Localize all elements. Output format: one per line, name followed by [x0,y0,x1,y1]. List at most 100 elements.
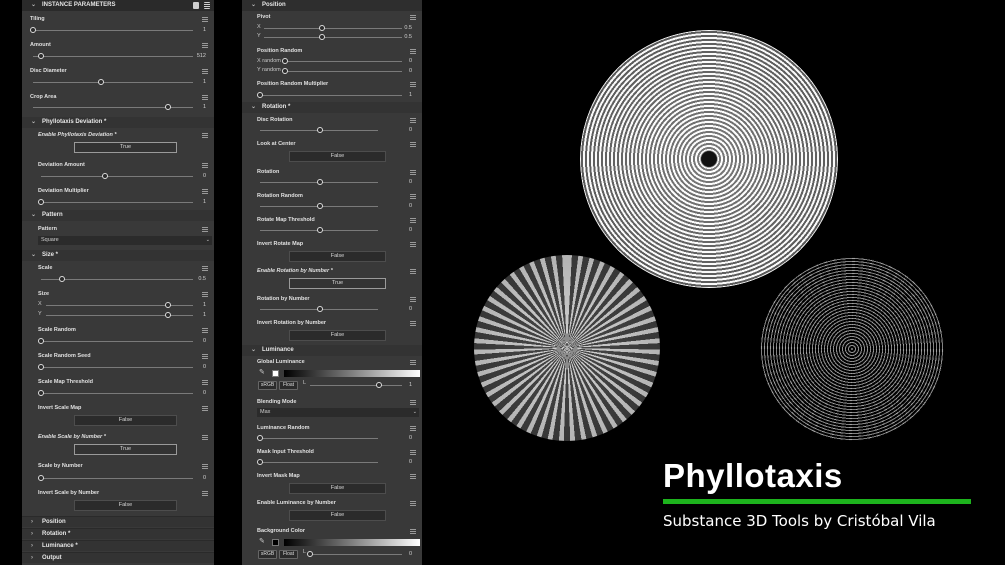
enable-rotation-by-number-toggle[interactable]: True [289,278,386,289]
disc-diameter-menu-icon[interactable] [202,69,208,74]
size-menu-icon[interactable] [202,292,208,297]
y-random-slider-track[interactable] [286,71,402,72]
enable-luminance-by-number-menu-icon[interactable] [410,501,416,506]
position-random-multiplier-menu-icon[interactable] [410,82,416,87]
position-random-multiplier-slider-handle[interactable] [257,92,263,98]
pivot-y-slider-track[interactable] [264,37,402,38]
rotate-map-threshold-slider-handle[interactable] [317,227,323,233]
invert-scale-map-menu-icon[interactable] [202,406,208,411]
global-luminance-gradient[interactable] [284,370,420,377]
scale-random-seed-value[interactable]: 0 [182,364,206,370]
luminance-random-slider-track[interactable] [260,438,378,439]
scale-map-threshold-value[interactable]: 0 [182,390,206,396]
group-position[interactable]: › Position [22,516,214,527]
tiling-slider-handle[interactable] [30,27,36,33]
global-luminance-menu-icon[interactable] [410,360,416,365]
luminance-random-slider-handle[interactable] [257,435,263,441]
invert-rotation-by-number-menu-icon[interactable] [410,321,416,326]
blending-mode-menu-icon[interactable] [410,400,416,405]
size-x-slider-handle[interactable] [165,302,171,308]
luminance-random-value[interactable]: 0 [388,435,412,441]
float-button[interactable]: Float [279,381,298,390]
mask-input-threshold-menu-icon[interactable] [410,450,416,455]
group-luminance[interactable]: › Luminance * [22,540,214,551]
save-preset-icon[interactable] [193,2,199,9]
pivot-x-slider-track[interactable] [264,28,402,29]
mask-input-threshold-value[interactable]: 0 [388,459,412,465]
rotation-random-value[interactable]: 0 [388,203,412,209]
enable-rotation-by-number-menu-icon[interactable] [410,269,416,274]
background-color-value[interactable]: 0 [388,551,412,557]
scale-random-seed-slider-track[interactable] [41,367,193,368]
luminance-random-menu-icon[interactable] [410,426,416,431]
mask-input-threshold-slider-track[interactable] [260,462,378,463]
look-at-center-menu-icon[interactable] [410,142,416,147]
scale-random-seed-slider-handle[interactable] [38,364,44,370]
scale-menu-icon[interactable] [202,266,208,271]
crop-area-menu-icon[interactable] [202,95,208,100]
crop-area-value[interactable]: 1 [182,104,206,110]
scale-by-number-slider-handle[interactable] [38,475,44,481]
scale-by-number-slider-track[interactable] [41,478,193,479]
background-color-slider-handle[interactable] [307,551,313,557]
scale-random-slider-track[interactable] [41,341,193,342]
deviation-amount-slider-handle[interactable] [102,173,108,179]
deviation-amount-slider-track[interactable] [41,176,193,177]
size-y-value[interactable]: 1 [182,312,206,318]
invert-mask-map-menu-icon[interactable] [410,474,416,479]
size-x-value[interactable]: 1 [182,302,206,308]
rotation-by-number-slider-handle[interactable] [317,306,323,312]
disc-diameter-slider-track[interactable] [33,82,193,83]
position-random-menu-icon[interactable] [410,49,416,54]
group-rotation[interactable]: › Rotation * [22,528,214,539]
amount-slider-track[interactable] [33,56,193,57]
amount-slider-handle[interactable] [38,53,44,59]
global-luminance-swatch[interactable] [272,370,279,377]
enable-deviation-menu-icon[interactable] [202,133,208,138]
bg-float-button[interactable]: Float [279,550,298,559]
bg-srgb-button[interactable]: sRGB [258,550,277,559]
eyedropper-icon[interactable]: ✎ [259,537,265,545]
rotation-menu-icon[interactable] [410,170,416,175]
disc-diameter-value[interactable]: 1 [182,79,206,85]
pattern-header[interactable]: ⌄ Pattern [22,210,214,221]
scale-random-slider-handle[interactable] [38,338,44,344]
luminance-header[interactable]: ⌄ Luminance [242,345,422,356]
size-y-slider-handle[interactable] [165,312,171,318]
scale-by-number-menu-icon[interactable] [202,464,208,469]
instance-parameters-header[interactable]: ⌄ INSTANCE PARAMETERS [22,0,214,11]
scale-random-menu-icon[interactable] [202,328,208,333]
mask-input-threshold-slider-handle[interactable] [257,459,263,465]
y-random-slider-handle[interactable] [282,68,288,74]
disc-diameter-slider-handle[interactable] [98,79,104,85]
invert-scale-map-toggle[interactable]: False [74,415,177,426]
amount-menu-icon[interactable] [202,43,208,48]
menu-icon[interactable] [204,2,210,9]
look-at-center-toggle[interactable]: False [289,151,386,162]
deviation-amount-value[interactable]: 0 [182,173,206,179]
enable-luminance-by-number-toggle[interactable]: False [289,510,386,521]
scale-slider-handle[interactable] [59,276,65,282]
background-color-gradient[interactable] [284,539,420,546]
deviation-multiplier-value[interactable]: 1 [182,199,206,205]
rotate-map-threshold-menu-icon[interactable] [410,218,416,223]
deviation-multiplier-menu-icon[interactable] [202,189,208,194]
scale-random-seed-menu-icon[interactable] [202,354,208,359]
size-header[interactable]: ⌄ Size * [22,250,214,261]
enable-phyllotaxis-deviation-toggle[interactable]: True [74,142,177,153]
scale-map-threshold-slider-handle[interactable] [38,390,44,396]
deviation-amount-menu-icon[interactable] [202,163,208,168]
scale-value[interactable]: 0.5 [182,276,206,282]
crop-area-slider-handle[interactable] [165,104,171,110]
pivot-y-value[interactable]: 0.5 [388,34,412,40]
blending-mode-dropdown[interactable]: Max ⌄ [257,408,419,417]
eyedropper-icon[interactable]: ✎ [259,368,265,376]
scale-by-number-value[interactable]: 0 [182,475,206,481]
rotation-random-menu-icon[interactable] [410,194,416,199]
disc-rotation-value[interactable]: 0 [388,127,412,133]
enable-scale-by-number-menu-icon[interactable] [202,435,208,440]
pivot-x-slider-handle[interactable] [319,25,325,31]
invert-scale-by-number-menu-icon[interactable] [202,491,208,496]
phyllotaxis-deviation-header[interactable]: ⌄ Phyllotaxis Deviation * [22,117,214,128]
global-luminance-slider-handle[interactable] [376,382,382,388]
